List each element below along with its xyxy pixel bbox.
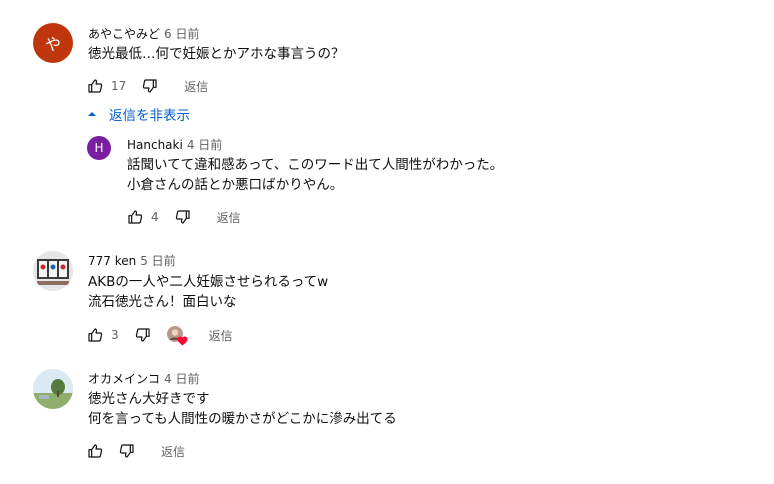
comment-line: 徳光最低…何で妊娠とかアホな事言うの？ xyxy=(88,46,345,62)
comment-actions: 4 返信 xyxy=(127,207,241,227)
comment-text: AKBの一人や二人妊娠させられるってw 流石徳光さん！面白いな xyxy=(88,272,328,312)
reply-button[interactable]: 返信 xyxy=(217,209,241,226)
comment-actions: 3 返信 xyxy=(87,325,233,346)
comment-header: 777 ken 5 日前 xyxy=(88,252,176,269)
reply-button[interactable]: 返信 xyxy=(209,327,233,344)
comment-actions: 返信 xyxy=(87,441,185,461)
comment-line: 流石徳光さん！面白いな xyxy=(88,294,237,310)
dislike-icon[interactable] xyxy=(175,209,191,225)
comment-text: 話聞いてて違和感あって、このワード出て人間性がわかった。 小倉さんの話とか悪口ば… xyxy=(127,155,503,195)
timestamp[interactable]: 4 日前 xyxy=(164,372,199,386)
like-count: 17 xyxy=(111,79,127,93)
avatar[interactable]: や xyxy=(33,23,73,63)
timestamp[interactable]: 4 日前 xyxy=(187,138,222,152)
dislike-icon[interactable] xyxy=(135,327,151,343)
landscape-avatar-image xyxy=(33,369,73,409)
timestamp[interactable]: 5 日前 xyxy=(140,254,175,268)
like-count: 3 xyxy=(111,328,119,342)
caret-up-icon xyxy=(88,112,96,116)
like-count: 4 xyxy=(151,210,159,224)
comment-text: 徳光さん大好きです 何を言っても人間性の暖かさがどこかに滲み出てる xyxy=(88,389,397,429)
comment-header: Hanchaki 4 日前 xyxy=(127,136,222,153)
comment-line: AKBの一人や二人妊娠させられるってw xyxy=(88,274,329,290)
comment-line: 何を言っても人間性の暖かさがどこかに滲み出てる xyxy=(88,411,397,427)
author-name[interactable]: あやこやみど xyxy=(88,27,160,41)
like-icon[interactable] xyxy=(87,443,103,459)
author-name[interactable]: 777 ken xyxy=(88,254,136,268)
timestamp[interactable]: 6 日前 xyxy=(164,27,199,41)
avatar[interactable] xyxy=(33,251,73,291)
comment-header: オカメインコ 4 日前 xyxy=(88,370,199,387)
avatar-letter: や xyxy=(44,35,61,54)
dislike-icon[interactable] xyxy=(119,443,135,459)
avatar[interactable] xyxy=(33,369,73,409)
author-name[interactable]: Hanchaki xyxy=(127,138,183,152)
avatar-letter: H xyxy=(94,141,104,155)
comment-line: 小倉さんの話とか悪口ばかりやん。 xyxy=(127,177,344,193)
reply-button[interactable]: 返信 xyxy=(161,443,185,460)
comment-header: あやこやみど 6 日前 xyxy=(88,25,199,42)
dislike-icon[interactable] xyxy=(142,78,158,94)
heart-icon xyxy=(177,336,188,346)
slot-machine-avatar-image xyxy=(33,251,73,291)
creator-heart-badge xyxy=(166,325,188,346)
comment-actions: 17 返信 xyxy=(87,76,208,96)
comment-line: 話聞いてて違和感あって、このワード出て人間性がわかった。 xyxy=(127,157,504,173)
like-icon[interactable] xyxy=(127,209,143,225)
like-icon[interactable] xyxy=(87,327,103,343)
comment-text: 徳光最低…何で妊娠とかアホな事言うの？ xyxy=(88,44,345,64)
comment-line: 徳光さん大好きです xyxy=(88,391,210,407)
hide-replies-label: 返信を非表示 xyxy=(109,108,190,124)
like-icon[interactable] xyxy=(87,78,103,94)
avatar[interactable]: H xyxy=(87,136,111,160)
author-name[interactable]: オカメインコ xyxy=(88,372,160,386)
hide-replies-button[interactable]: 返信を非表示 xyxy=(87,104,190,124)
reply-button[interactable]: 返信 xyxy=(184,78,208,95)
